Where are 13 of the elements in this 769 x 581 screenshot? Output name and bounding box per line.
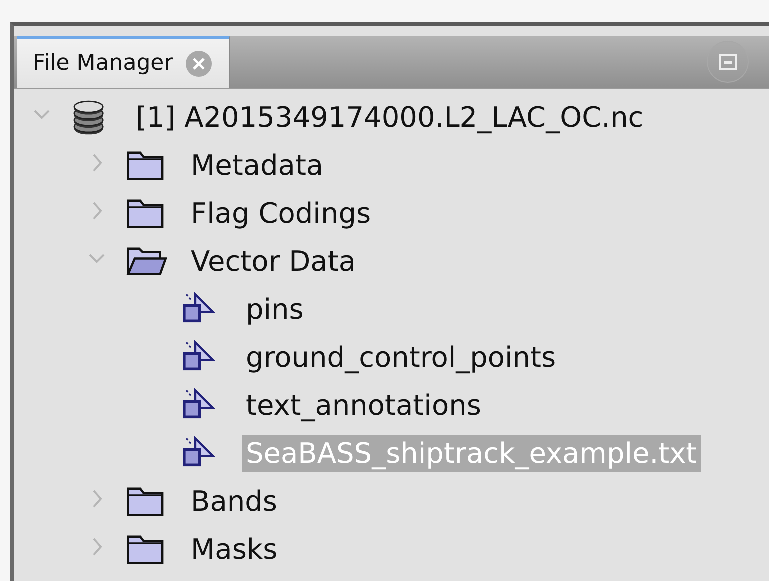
- tree-item[interactable]: Masks: [187, 530, 282, 568]
- tab-label: File Manager: [33, 51, 174, 76]
- file-manager-tab[interactable]: File Manager: [17, 36, 230, 88]
- tree-item[interactable]: text_annotations: [242, 386, 486, 424]
- tree-item[interactable]: pins: [242, 290, 308, 328]
- tree-item[interactable]: [1] A2015349174000.L2_LAC_OC.nc: [132, 98, 648, 136]
- maximize-icon: [719, 54, 737, 70]
- tree-item[interactable]: Metadata: [187, 146, 328, 184]
- tree-item[interactable]: Flag Codings: [187, 194, 376, 232]
- tree-item[interactable]: Vector Data: [187, 242, 360, 280]
- close-icon[interactable]: [185, 50, 214, 78]
- tree-item[interactable]: Bands: [187, 482, 282, 520]
- tree-item[interactable]: ground_control_points: [242, 338, 560, 376]
